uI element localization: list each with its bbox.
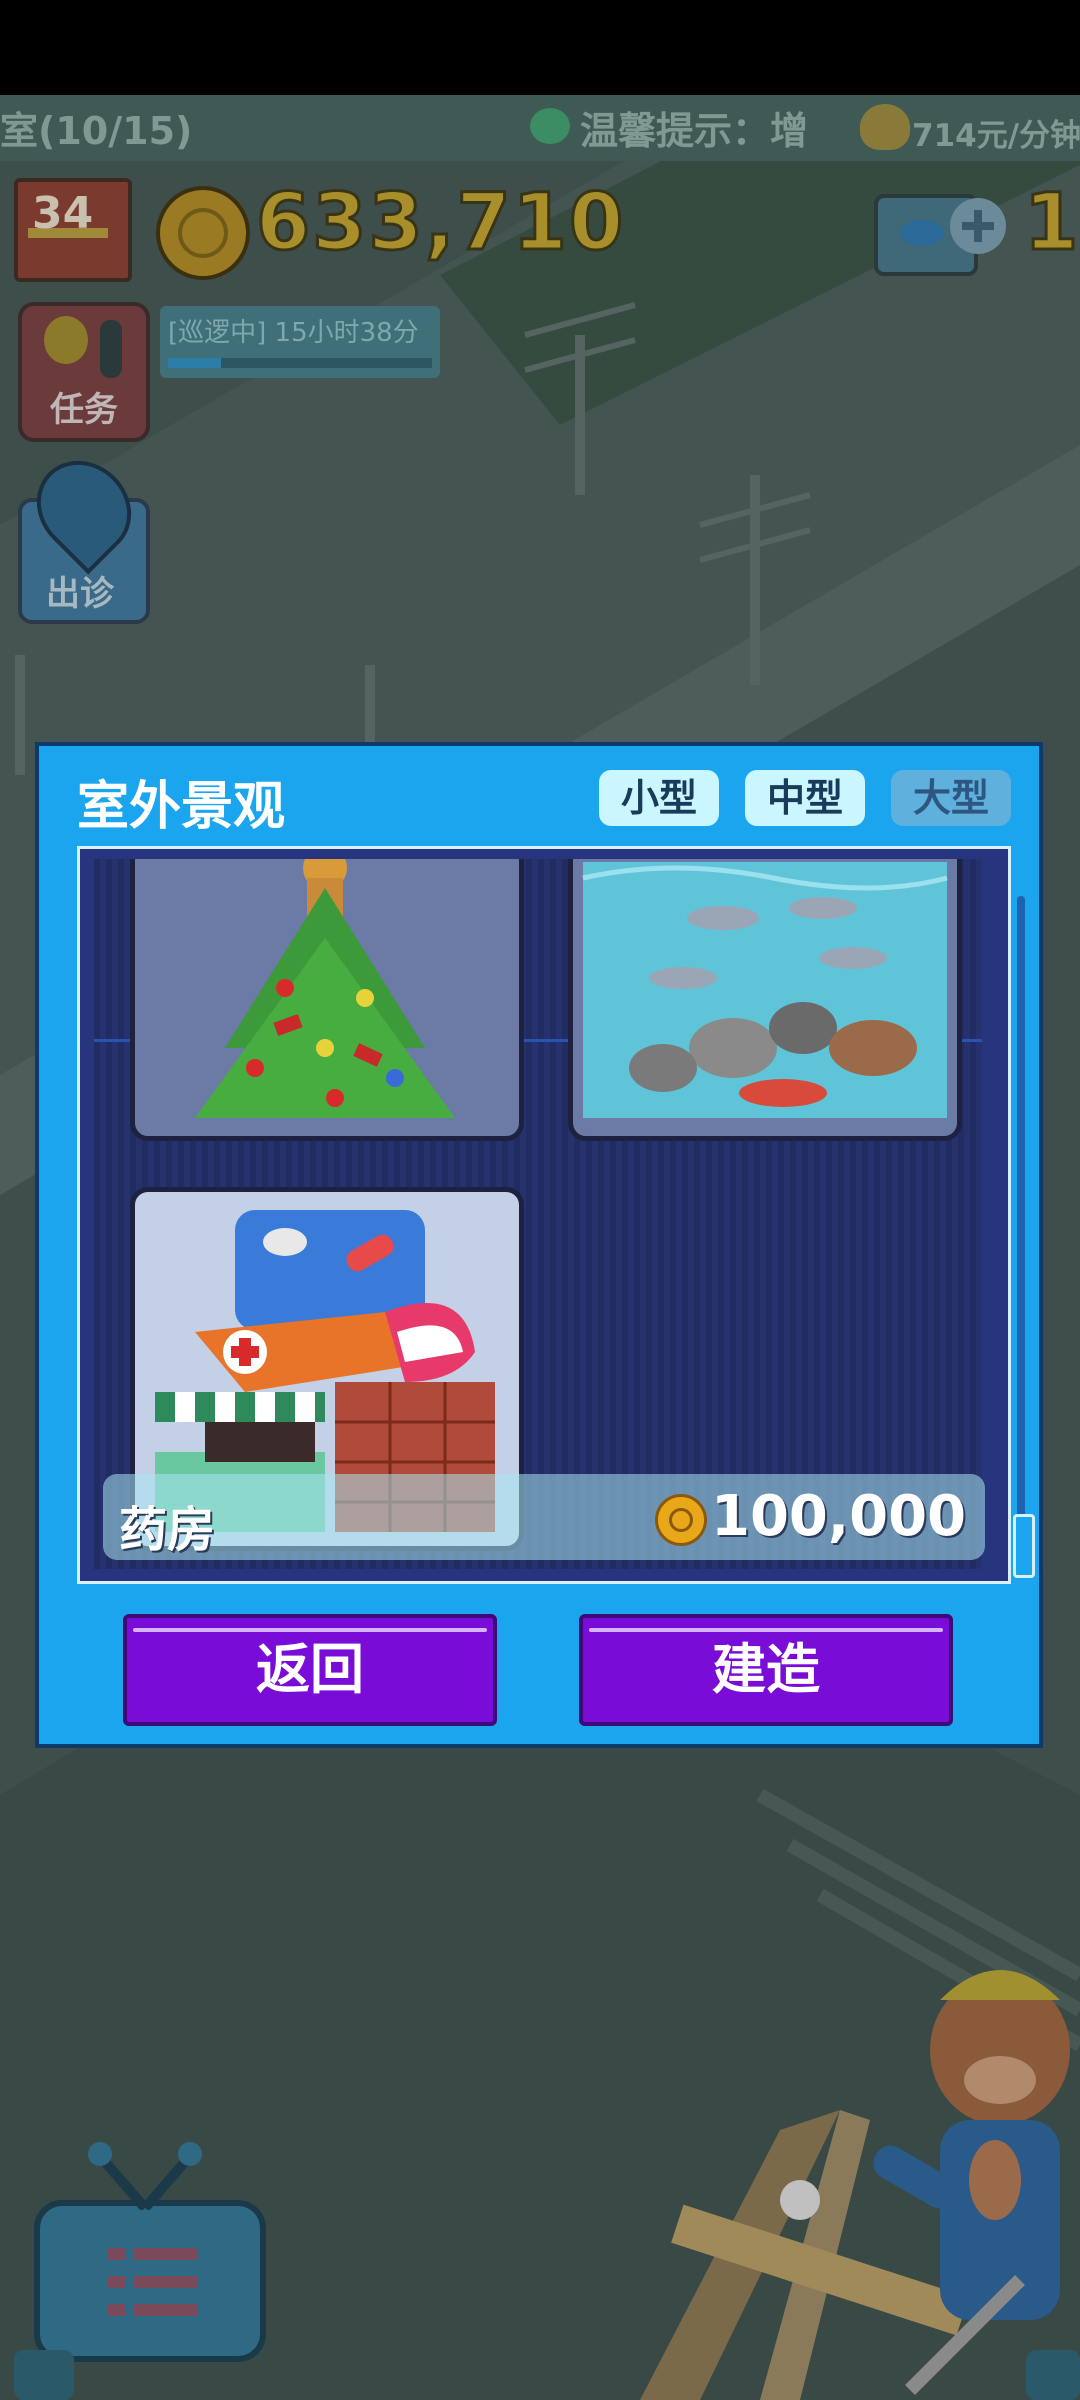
- list-icon: [108, 2248, 198, 2318]
- item-card-fish-pond[interactable]: [568, 859, 962, 1141]
- coin-balance: 633,710: [254, 177, 626, 270]
- build-button-label: 建造: [712, 1638, 820, 1701]
- tab-medium[interactable]: 中型: [745, 770, 865, 826]
- fish-pond-icon: [582, 862, 948, 1118]
- selected-item-name: 药房: [119, 1502, 216, 1558]
- patrol-progress-bar: [168, 358, 432, 368]
- chat-bubble-icon: [530, 108, 570, 144]
- income-rate: 714元/分钟: [912, 118, 1080, 154]
- item-card-christmas-tree[interactable]: [130, 859, 524, 1141]
- dialog-title: 室外景观: [77, 777, 286, 837]
- task-button[interactable]: 任务: [18, 302, 150, 442]
- patrol-status-text: [巡逻中] 15小时38分: [168, 318, 419, 348]
- level-number: 34: [32, 188, 94, 239]
- build-button[interactable]: 建造: [579, 1614, 953, 1726]
- beaver-builder-mascot: [640, 1970, 1070, 2400]
- house-call-button[interactable]: 出诊: [17, 441, 151, 630]
- coin-icon: [156, 186, 250, 280]
- corner-left-icon[interactable]: [14, 2350, 74, 2400]
- clinic-label: 出诊: [46, 574, 114, 614]
- fish-count: 1: [1022, 177, 1080, 270]
- room-count-label: 室(10/15): [0, 109, 193, 153]
- back-button[interactable]: 返回: [123, 1614, 497, 1726]
- christmas-tree-icon: [195, 859, 455, 1118]
- coin-icon: [655, 1494, 707, 1546]
- outdoor-landscape-dialog: 室外景观 小型 中型 大型 药房 100,000 返回 建造: [35, 742, 1043, 1748]
- task-label: 任务: [50, 390, 118, 430]
- selected-item-price: 100,000: [711, 1484, 967, 1549]
- tab-small[interactable]: 小型: [599, 770, 719, 826]
- tab-large[interactable]: 大型: [891, 770, 1011, 826]
- add-fish-icon[interactable]: [950, 198, 1006, 254]
- tv-menu-button[interactable]: [34, 2200, 266, 2362]
- grid-scroll-thumb[interactable]: [1013, 1514, 1035, 1578]
- status-bar: [0, 0, 1080, 95]
- traffic-light-icon: [100, 320, 122, 378]
- lightbulb-icon: [44, 316, 88, 364]
- tip-text: 温馨提示：增: [580, 109, 809, 153]
- patrol-status-panel: [巡逻中] 15小时38分: [160, 306, 440, 378]
- game-screen: 室(10/15) 温馨提示：增 714元/分钟 34 633,710 1 任务 …: [0, 0, 1080, 2400]
- tv-antenna-icon: [88, 2142, 202, 2210]
- grid-scrollbar[interactable]: [1017, 896, 1025, 1566]
- back-button-label: 返回: [256, 1638, 364, 1701]
- piggy-bank-icon: [860, 104, 910, 150]
- corner-right-icon[interactable]: [1026, 2350, 1080, 2400]
